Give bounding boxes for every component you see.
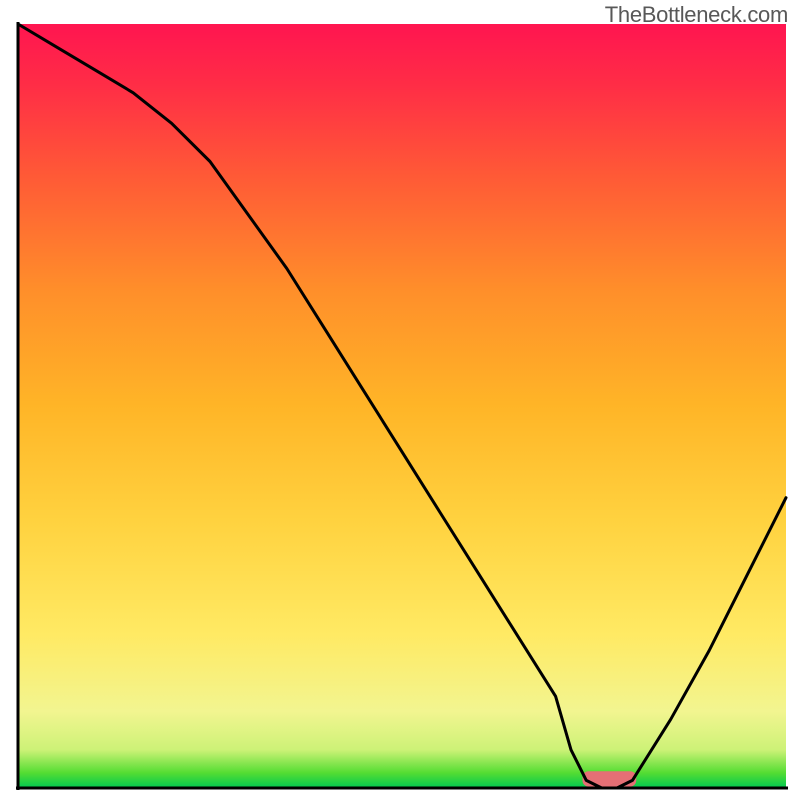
bottleneck-chart: TheBottleneck.com <box>0 0 800 800</box>
plot-svg <box>0 0 800 800</box>
gradient-background <box>18 24 786 788</box>
watermark-text: TheBottleneck.com <box>605 2 788 28</box>
optimal-marker <box>582 771 636 786</box>
